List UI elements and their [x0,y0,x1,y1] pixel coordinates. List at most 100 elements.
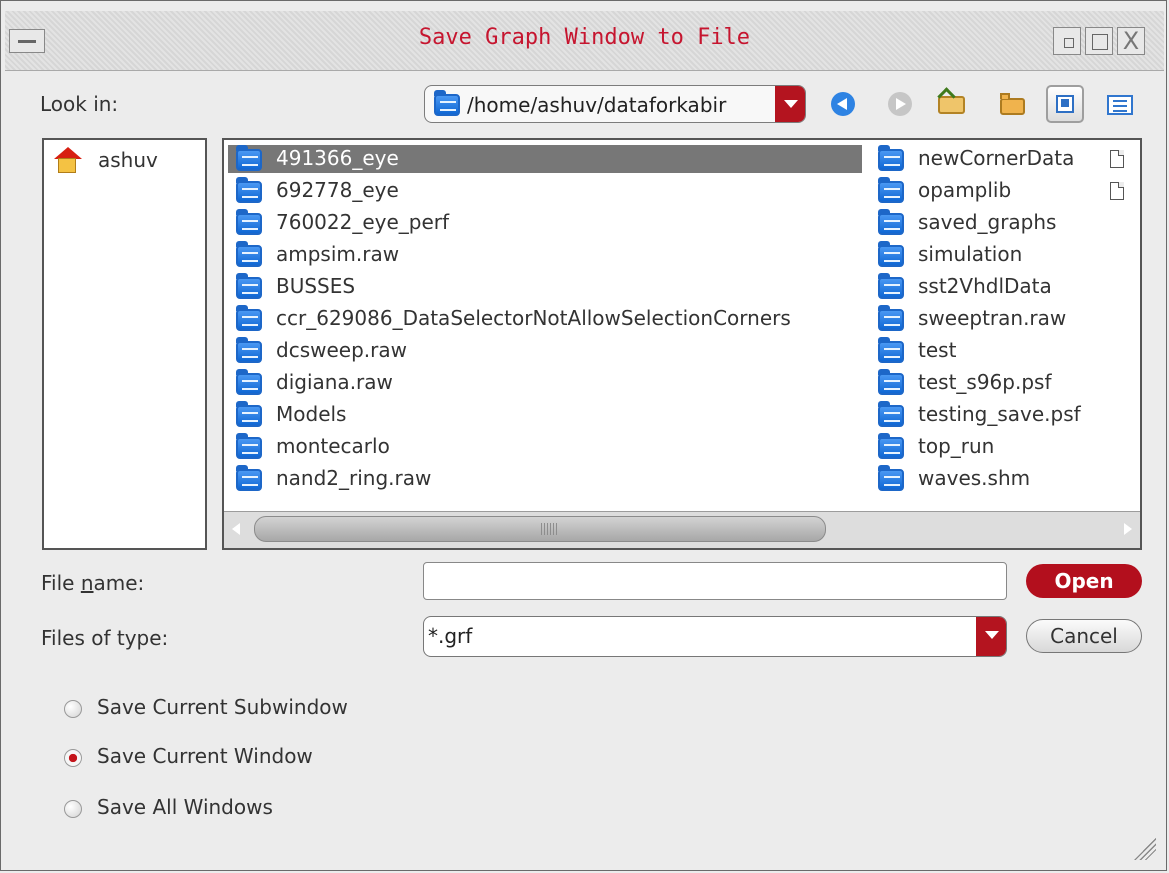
radio-save-current-subwindow[interactable] [61,697,85,721]
file-item[interactable]: ccr_629086_DataSelectorNotAllowSelection… [228,305,862,333]
close-button[interactable]: X [1117,27,1145,55]
file-item[interactable]: montecarlo [228,433,862,461]
look-in-label: Look in: [40,92,119,116]
file-item[interactable]: saved_graphs [870,209,1100,237]
details-view-icon[interactable] [1104,88,1138,122]
folder-icon [236,465,262,491]
file-name-label: waves.shm [918,466,1031,490]
file-item[interactable]: digiana.raw [228,369,862,397]
new-folder-icon[interactable] [996,88,1030,122]
file-name-label: testing_save.psf [918,402,1081,426]
file-item[interactable]: ampsim.raw [228,241,862,269]
folder-icon [878,465,904,491]
grip-icon [541,523,557,535]
scroll-thumb[interactable] [254,516,826,542]
folder-icon [434,90,460,116]
list-view-icon[interactable] [1046,85,1084,123]
file-item[interactable]: Models [228,401,862,429]
document-icon [1110,150,1124,168]
save-current-window-label[interactable]: Save Current Window [97,744,313,768]
file-name-label: saved_graphs [918,210,1057,234]
window-title: Save Graph Window to File [418,25,751,50]
back-icon[interactable] [827,88,861,122]
folder-icon [878,337,904,363]
file-name-label: ampsim.raw [276,242,400,266]
file-item[interactable]: simulation [870,241,1100,269]
look-in-combobox[interactable]: /home/ashuv/dataforkabir [424,85,806,123]
file-name-label: 692778_eye [276,178,399,202]
folder-icon [878,209,904,235]
file-item[interactable]: opamplib [870,177,1100,205]
file-name-label: 491366_eye [276,146,399,170]
file-item[interactable]: waves.shm [870,465,1100,493]
file-item[interactable]: 491366_eye [228,145,862,173]
file-name-label: montecarlo [276,434,390,458]
file-type-select[interactable]: *.grf [423,616,1007,657]
file-item[interactable]: 692778_eye [228,177,862,205]
file-name-label: 760022_eye_perf [276,210,450,234]
folder-icon [878,305,904,331]
document-icon [1110,182,1124,200]
file-item[interactable]: test [870,337,1100,365]
file-name-label: BUSSES [276,274,356,298]
file-name-label: test_s96p.psf [918,370,1052,394]
save-all-windows-label[interactable]: Save All Windows [97,795,273,819]
place-ashuv[interactable]: ashuv [98,148,158,172]
horizontal-scrollbar[interactable] [224,511,1140,548]
minimize-button[interactable] [1053,27,1081,55]
file-name-input[interactable] [423,562,1007,600]
file-item[interactable]: sweeptran.raw [870,305,1100,333]
file-item[interactable]: 760022_eye_perf [228,209,862,237]
file-name-label: Models [276,402,347,426]
file-item[interactable]: newCornerData [870,145,1100,173]
file-name-label: simulation [918,242,1023,266]
folder-icon [236,401,262,427]
radio-save-current-window[interactable] [61,746,85,770]
folder-icon [878,273,904,299]
titlebar[interactable]: Save Graph Window to File X [5,11,1164,71]
file-item[interactable]: testing_save.psf [870,401,1100,429]
maximize-button[interactable] [1085,27,1113,55]
file-name-label: sst2VhdlData [918,274,1052,298]
file-item[interactable]: sst2VhdlData [870,273,1100,301]
home-icon[interactable] [52,147,82,173]
files-of-type-label: Files of type: [41,626,169,650]
save-current-subwindow-label[interactable]: Save Current Subwindow [97,695,348,719]
file-name-label: opamplib [918,178,1012,202]
open-button[interactable]: Open [1026,564,1142,598]
file-name-label: sweeptran.raw [918,306,1067,330]
folder-icon [236,369,262,395]
save-graph-dialog: Save Graph Window to File X Look in: /ho… [0,0,1167,871]
file-item[interactable]: nand2_ring.raw [228,465,862,493]
folder-icon [236,177,262,203]
file-list[interactable]: 491366_eye 692778_eye 760022_eye_perf am… [222,138,1142,550]
file-name-label: digiana.raw [276,370,393,394]
file-type-value: *.grf [428,624,473,648]
up-folder-icon[interactable] [936,88,970,122]
file-item[interactable]: dcsweep.raw [228,337,862,365]
file-name-label: ccr_629086_DataSelectorNotAllowSelection… [276,306,791,330]
folder-icon [878,145,904,171]
radio-icon [64,800,82,818]
file-item[interactable]: top_run [870,433,1100,461]
file-item[interactable]: BUSSES [228,273,862,301]
file-name-label: File name: [41,571,144,595]
folder-icon [878,177,904,203]
file-name-label: test [918,338,957,362]
file-name-label: top_run [918,434,995,458]
forward-icon[interactable] [884,88,918,122]
radio-save-all-windows[interactable] [61,797,85,821]
folder-icon [236,305,262,331]
dropdown-arrow-icon[interactable] [976,617,1006,656]
scroll-right-icon[interactable] [1118,520,1136,538]
folder-icon [236,241,262,267]
file-item[interactable]: test_s96p.psf [870,369,1100,397]
radio-icon [64,749,82,767]
dropdown-arrow-icon[interactable] [775,86,805,122]
cancel-button[interactable]: Cancel [1026,619,1142,653]
look-in-path: /home/ashuv/dataforkabir [467,93,727,117]
file-name-label-prefix: File [41,571,81,595]
resize-grip[interactable] [1134,838,1156,860]
file-name-label: nand2_ring.raw [276,466,432,490]
scroll-left-icon[interactable] [228,520,246,538]
